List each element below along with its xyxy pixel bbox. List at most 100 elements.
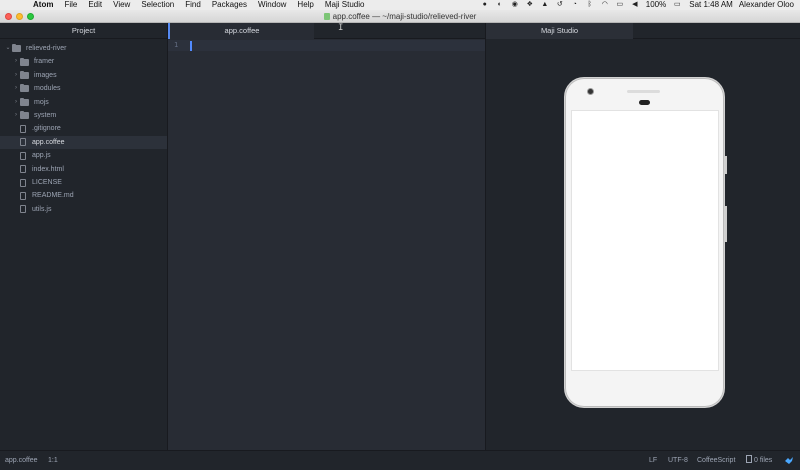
macos-menu-bar: Atom File Edit View Selection Find Packa… — [0, 0, 800, 10]
folder-icon — [20, 97, 29, 106]
file-icon — [20, 138, 26, 147]
folder-icon — [20, 84, 29, 93]
file-icon — [20, 191, 26, 200]
time-machine-icon[interactable]: ↺ — [555, 1, 565, 9]
airplay-icon[interactable]: ▭ — [615, 1, 625, 9]
project-tree: ⌄ relieved-river › framer › images › mod… — [0, 39, 167, 216]
phone-volume-button — [725, 206, 727, 242]
tree-file-label: app.js — [32, 152, 51, 160]
tree-file-index-html[interactable]: index.html — [0, 163, 167, 176]
status-line-ending[interactable]: LF — [649, 451, 657, 470]
chevron-right-icon: › — [15, 98, 17, 105]
tree-folder-label: framer — [34, 58, 55, 66]
preview-tab-bar: Maji Studio — [486, 23, 800, 39]
menu-window[interactable]: Window — [258, 0, 286, 10]
tree-folder-label: images — [34, 71, 57, 79]
tree-folder-mojs[interactable]: › mojs — [0, 96, 167, 109]
phone-speaker — [627, 90, 660, 93]
coffee-file-icon — [323, 13, 330, 20]
folder-icon — [20, 111, 29, 120]
menu-maji-studio[interactable]: Maji Studio — [325, 0, 365, 10]
tree-root-relieved-river[interactable]: ⌄ relieved-river — [0, 42, 167, 55]
tree-file-readme[interactable]: README.md — [0, 189, 167, 202]
menu-edit[interactable]: Edit — [88, 0, 102, 10]
menu-help[interactable]: Help — [297, 0, 313, 10]
phone-screen[interactable] — [571, 110, 719, 371]
menu-bar-tray: ● ◐ ◉ ❖ ▲ ↺ ◔ ᛒ ◠ ▭ ◀ 100% ▭ Sat 1:48 AM… — [475, 0, 794, 10]
bird-icon[interactable] — [784, 456, 794, 465]
status-encoding[interactable]: UTF-8 — [668, 451, 688, 470]
menu-find[interactable]: Find — [185, 0, 201, 10]
folder-icon — [20, 70, 29, 79]
folder-icon — [20, 57, 29, 66]
tree-root-label: relieved-river — [26, 45, 67, 52]
tree-panel-header[interactable]: Project — [0, 23, 167, 39]
text-cursor — [190, 41, 192, 51]
menu-view[interactable]: View — [113, 0, 130, 10]
editor-pane: app.coffee 1 I — [168, 23, 485, 450]
file-icon — [746, 455, 752, 463]
menu-file[interactable]: File — [64, 0, 77, 10]
phone-device-frame — [564, 77, 727, 408]
tree-file-label: app.coffee — [32, 138, 65, 146]
window-title-text: app.coffee — ~/maji-studio/relieved-rive… — [332, 12, 477, 21]
menu-app-name[interactable]: Atom — [33, 0, 53, 10]
camera-icon — [587, 88, 594, 95]
file-icon — [20, 205, 26, 214]
chevron-right-icon: › — [15, 71, 17, 78]
eye-icon[interactable]: ◉ — [510, 1, 520, 9]
status-file-name[interactable]: app.coffee — [5, 451, 38, 470]
tree-file-app-coffee[interactable]: app.coffee — [0, 135, 167, 150]
tree-file-label: utils.js — [32, 205, 52, 213]
window-title: app.coffee — ~/maji-studio/relieved-rive… — [0, 10, 800, 23]
battery-percent[interactable]: 100% — [646, 0, 666, 10]
tree-file-utils-js[interactable]: utils.js — [0, 203, 167, 216]
phone-power-button — [725, 156, 727, 174]
folder-icon — [12, 44, 21, 53]
wifi-icon[interactable]: ◠ — [600, 1, 610, 9]
menu-user[interactable]: Alexander Oloo — [739, 0, 794, 10]
cursor-line-highlight — [168, 40, 485, 51]
tree-folder-images[interactable]: › images — [0, 69, 167, 82]
tree-folder-system[interactable]: › system — [0, 109, 167, 122]
tree-folder-label: modules — [34, 85, 61, 93]
file-icon — [20, 151, 26, 160]
tab-app-coffee[interactable]: app.coffee — [168, 23, 314, 39]
tab-maji-studio[interactable]: Maji Studio — [486, 23, 633, 39]
code-editor[interactable]: 1 — [168, 39, 485, 450]
tree-folder-framer[interactable]: › framer — [0, 55, 167, 68]
file-icon — [20, 178, 26, 187]
phone-sensor — [639, 100, 650, 105]
ibeam-cursor-icon: I — [338, 23, 344, 33]
gauge-icon[interactable]: ◔ — [570, 1, 580, 9]
dropbox-icon[interactable]: ❖ — [525, 1, 535, 9]
dark-circle-icon[interactable]: ◐ — [495, 1, 505, 9]
tree-file-license[interactable]: LICENSE — [0, 176, 167, 189]
record-icon[interactable]: ● — [480, 1, 490, 9]
window-title-bar[interactable]: app.coffee — ~/maji-studio/relieved-rive… — [0, 10, 800, 23]
volume-icon[interactable]: ◀ — [630, 1, 640, 9]
chevron-right-icon: › — [15, 85, 17, 92]
file-icon — [20, 125, 26, 134]
file-icon — [20, 165, 26, 174]
status-files-count: 0 files — [754, 457, 773, 464]
tree-folder-modules[interactable]: › modules — [0, 82, 167, 95]
tree-file-label: LICENSE — [32, 178, 62, 186]
menu-selection[interactable]: Selection — [141, 0, 174, 10]
project-tree-panel: Project ⌄ relieved-river › framer › imag… — [0, 23, 168, 450]
chevron-down-icon: ⌄ — [5, 45, 11, 51]
tree-file-gitignore[interactable]: .gitignore — [0, 122, 167, 135]
tree-file-label: index.html — [32, 165, 64, 173]
menu-clock[interactable]: Sat 1:48 AM — [689, 0, 733, 10]
menu-packages[interactable]: Packages — [212, 0, 247, 10]
bluetooth-icon[interactable]: ᛒ — [585, 1, 595, 9]
tree-file-app-js[interactable]: app.js — [0, 149, 167, 162]
line-number: 1 — [174, 41, 179, 49]
battery-icon[interactable]: ▭ — [671, 1, 683, 9]
tree-file-label: .gitignore — [32, 125, 61, 133]
chevron-right-icon: › — [15, 111, 17, 118]
status-grammar[interactable]: CoffeeScript — [697, 451, 735, 470]
drive-icon[interactable]: ▲ — [540, 1, 550, 9]
status-cursor-position[interactable]: 1:1 — [48, 451, 58, 470]
status-files[interactable]: 0 files — [746, 451, 772, 470]
